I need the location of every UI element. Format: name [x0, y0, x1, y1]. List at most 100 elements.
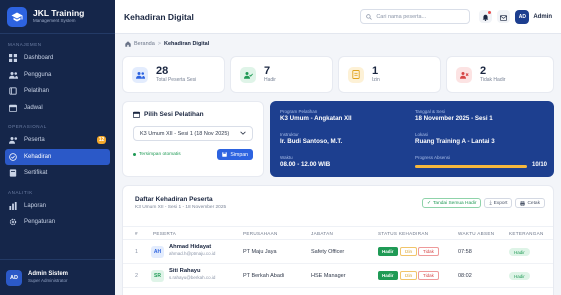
mail-button[interactable]	[497, 8, 511, 26]
sidebar-item-pelatihan[interactable]: Pelatihan	[0, 83, 115, 100]
attendance-table-card: Daftar Kehadiran Peserta K3 Umum XII - S…	[122, 185, 554, 295]
printer-icon	[520, 200, 526, 206]
status-tidak-button[interactable]: Tidak	[418, 271, 439, 280]
session-select[interactable]: K3 Umum XII - Sesi 1 (18 Nov 2025)	[133, 126, 253, 141]
info-value: Ruang Training A - Lantai 3	[415, 138, 495, 145]
stat-value: 28	[156, 64, 169, 77]
autosave-status: Tersimpan otomatis	[133, 152, 181, 157]
mark-all-present-button[interactable]: ✓ Tandai Semua Hadir	[421, 198, 482, 208]
user-name[interactable]: Admin	[533, 14, 552, 20]
progress-label: Progress Absensi	[415, 155, 450, 161]
breadcrumb-home[interactable]: Beranda	[134, 41, 155, 47]
sidebar-item-dashboard[interactable]: Dashboard	[0, 50, 115, 67]
status-hadir-button[interactable]: Hadir	[378, 271, 398, 280]
button-label: Cetak	[527, 200, 540, 206]
users-icon	[8, 135, 18, 145]
stat-tidak-hadir: 2 Tidak Hadir	[446, 56, 554, 93]
participant: Siti Rahayu s.rahayu@berkah.co.id	[169, 268, 215, 281]
status-badge: Hadir	[509, 248, 530, 256]
chevron-down-icon	[240, 131, 246, 137]
sidebar-item-label: Sertifikat	[24, 170, 48, 177]
stat-value: 2	[480, 64, 487, 77]
column-header: #	[135, 231, 138, 236]
table-actions: ✓ Tandai Semua Hadir ⤓ Export Cetak	[419, 198, 545, 208]
attendance-time: 08:02	[458, 273, 472, 279]
info-location: Lokasi Ruang Training A - Lantai 3	[415, 132, 495, 146]
column-header: STATUS KEHADIRAN	[378, 231, 429, 236]
notification-dot	[488, 11, 492, 14]
column-header: PESERTA	[153, 231, 177, 236]
search-icon	[366, 13, 373, 20]
calendar-icon	[133, 111, 140, 118]
table-subtitle: K3 Umum XII - Sesi 1 - 18 November 2025	[135, 205, 227, 210]
table-row: 1 AH Ahmad Hidayat ahmad.h@ptmaju.co.id …	[123, 240, 553, 264]
table-row: 2 SR Siti Rahayu s.rahayu@berkah.co.id P…	[123, 264, 553, 288]
autosave-text: Tersimpan otomatis	[139, 152, 181, 157]
check-circle-icon	[8, 152, 18, 162]
status-izin-button[interactable]: Izin	[400, 271, 418, 280]
sidebar-item-peserta[interactable]: Peserta 12	[0, 132, 115, 149]
position: HSE Manager	[311, 273, 346, 279]
status-tidak-button[interactable]: Tidak	[418, 247, 439, 256]
column-header: JABATAN	[311, 231, 334, 236]
status-izin-button[interactable]: Izin	[400, 247, 418, 256]
page-title: Kehadiran Digital	[124, 11, 194, 22]
session-title: Pilih Sesi Pelatihan	[133, 111, 253, 118]
user-name: Admin Sistem	[28, 271, 69, 277]
stat-label: Izin	[372, 76, 380, 83]
sidebar-item-label: Pengaturan	[24, 219, 56, 226]
search-input[interactable]: Cari nama peserta...	[360, 9, 471, 24]
sidebar-item-pengguna[interactable]: Pengguna	[0, 67, 115, 84]
sidebar-item-pengaturan[interactable]: Pengaturan	[0, 214, 115, 231]
home-icon[interactable]	[125, 41, 131, 47]
mail-icon	[500, 8, 508, 26]
sidebar-item-laporan[interactable]: Laporan	[0, 198, 115, 215]
info-date: Tanggal & Sesi 18 November 2025 - Sesi 1	[415, 109, 493, 123]
save-button[interactable]: Simpan	[217, 149, 253, 160]
progress-bar	[415, 165, 527, 168]
sidebar-item-label: Kehadiran	[24, 153, 52, 160]
info-value: K3 Umum - Angkatan XII	[280, 115, 352, 122]
save-label: Simpan	[230, 151, 248, 158]
avatar[interactable]: AD	[515, 9, 530, 24]
export-button[interactable]: ⤓ Export	[484, 198, 513, 208]
users-icon	[132, 66, 148, 83]
stat-value: 1	[372, 64, 379, 77]
breadcrumb-current: Kehadiran Digital	[164, 41, 210, 47]
stat-label: Hadir	[264, 76, 276, 83]
button-label: Tandai Semua Hadir	[433, 200, 477, 206]
sidebar-item-sertifikat[interactable]: Sertifikat	[0, 165, 115, 182]
sidebar-item-kehadiran[interactable]: Kehadiran	[5, 148, 110, 165]
search-placeholder: Cari nama peserta...	[376, 13, 427, 20]
app-subtitle: Management System	[33, 18, 76, 23]
document-icon	[348, 66, 364, 83]
column-header: PERUSAHAAN	[243, 231, 278, 236]
session-footer: Tersimpan otomatis Simpan	[133, 149, 253, 160]
section-label-analitik: ANALITIK	[8, 189, 33, 195]
avatar: AD	[6, 269, 22, 286]
status-hadir-button[interactable]: Hadir	[378, 247, 398, 256]
app-title: JKL Training	[33, 8, 85, 18]
sidebar-item-jadwal[interactable]: Jadwal	[0, 100, 115, 117]
certificate-icon	[8, 168, 18, 178]
user-role: Super Administrator	[28, 278, 68, 283]
participant-name: Siti Rahayu	[169, 268, 201, 274]
participant-email: ahmad.h@ptmaju.co.id	[169, 251, 216, 256]
info-time: Waktu 08.00 - 12.00 WIB	[280, 155, 330, 169]
sidebar-item-label: Peserta	[24, 137, 45, 144]
sidebar-user[interactable]: AD Admin Sistem Super Administrator	[0, 259, 115, 295]
gear-icon	[8, 217, 18, 227]
company: PT Maju Jaya	[243, 249, 277, 255]
stat-total-peserta: 28 Total Peserta Sesi	[122, 56, 225, 93]
info-label: Progress Absensi	[415, 155, 451, 160]
print-button[interactable]: Cetak	[515, 198, 545, 208]
breadcrumb-separator: >	[157, 41, 162, 47]
notification-button[interactable]	[479, 10, 493, 23]
info-instructor: Instruktur Ir. Budi Santoso, M.T.	[280, 132, 342, 146]
save-icon	[222, 152, 228, 157]
calendar-icon	[8, 103, 18, 113]
participant-name: Ahmad Hidayat	[169, 244, 212, 250]
graduation-cap-icon	[7, 6, 27, 27]
row-number: 1	[135, 249, 139, 255]
info-program: Program Pelatihan K3 Umum - Angkatan XII	[280, 109, 352, 123]
